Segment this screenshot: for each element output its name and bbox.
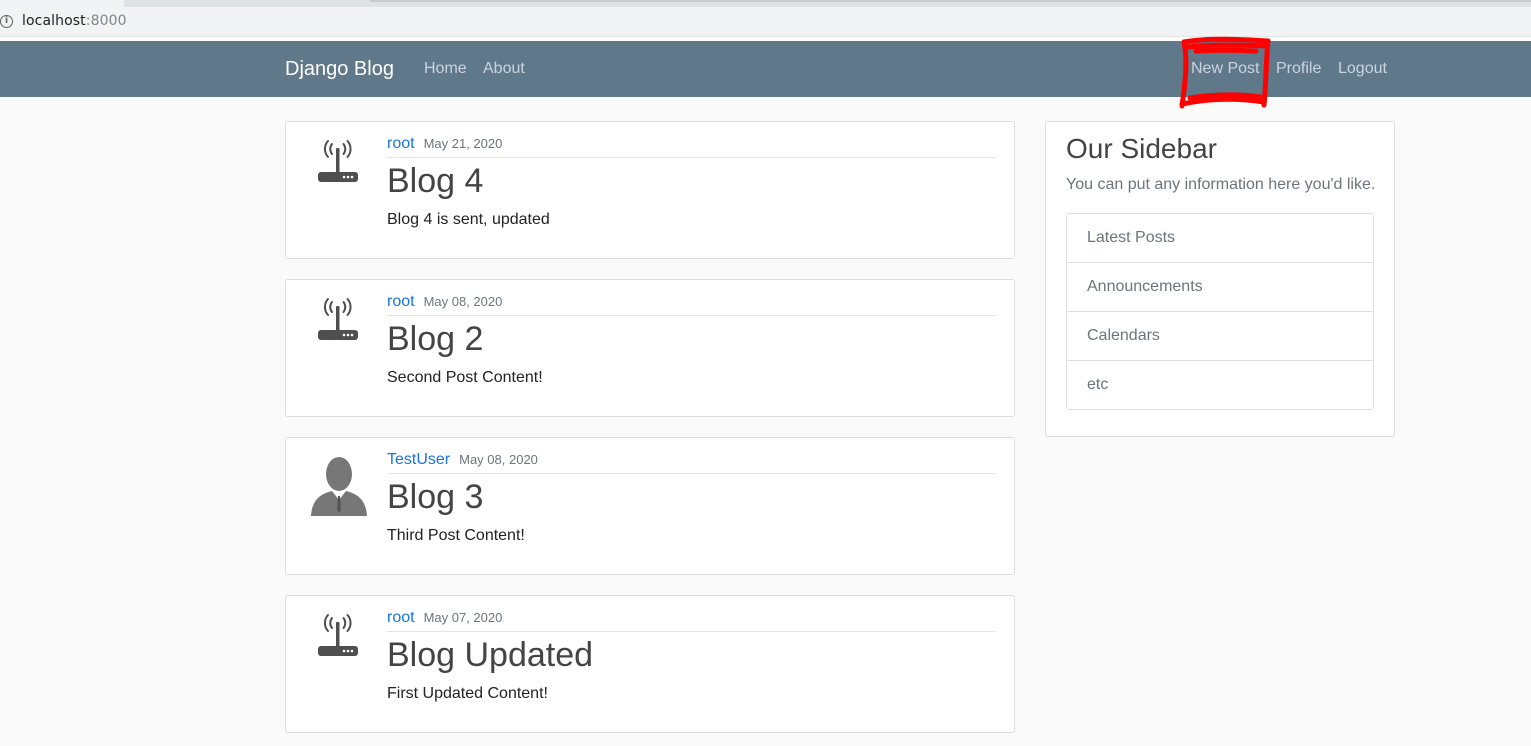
nav-link-home[interactable]: Home bbox=[424, 60, 467, 78]
nav-link-about[interactable]: About bbox=[483, 60, 525, 78]
sidebar-list: Latest Posts Announcements Calendars etc bbox=[1066, 213, 1374, 410]
nav-link-new-post[interactable]: New Post bbox=[1191, 60, 1259, 78]
sidebar: Our Sidebar You can put any information … bbox=[1045, 121, 1395, 437]
nav-link-profile[interactable]: Profile bbox=[1276, 60, 1321, 78]
router-icon bbox=[318, 298, 358, 340]
url-host: localhost bbox=[22, 13, 86, 29]
post-card: root May 21, 2020 Blog 4 Blog 4 is sent, … bbox=[285, 121, 1015, 259]
top-navbar: Django Blog Home About New Post Profile … bbox=[0, 41, 1531, 97]
post-title-link[interactable]: Blog 3 bbox=[387, 478, 483, 517]
post-meta: root May 21, 2020 bbox=[387, 135, 995, 158]
post-date: May 08, 2020 bbox=[459, 452, 538, 467]
sidebar-description: You can put any information here you'd l… bbox=[1066, 176, 1376, 193]
post-content: Second Post Content! bbox=[387, 369, 543, 386]
post-meta: TestUser May 08, 2020 bbox=[387, 451, 995, 474]
sidebar-title: Our Sidebar bbox=[1066, 133, 1217, 164]
post-content: Blog 4 is sent, updated bbox=[387, 211, 550, 228]
url-text[interactable]: localhost:8000 bbox=[22, 13, 127, 29]
address-bar[interactable]: i localhost:8000 bbox=[0, 7, 1531, 37]
post-card: root May 07, 2020 Blog Updated First Upda… bbox=[285, 595, 1015, 733]
post-title-link[interactable]: Blog 2 bbox=[387, 320, 483, 359]
sidebar-item-announcements[interactable]: Announcements bbox=[1067, 263, 1373, 312]
post-card: TestUser May 08, 2020 Blog 3 Third Post C… bbox=[285, 437, 1015, 575]
nav-link-logout[interactable]: Logout bbox=[1338, 60, 1387, 78]
post-meta: root May 08, 2020 bbox=[387, 293, 995, 316]
post-date: May 08, 2020 bbox=[423, 294, 503, 309]
url-port: :8000 bbox=[85, 13, 127, 29]
person-silhouette-icon bbox=[311, 457, 367, 516]
router-icon bbox=[318, 614, 358, 656]
post-author-link[interactable]: root bbox=[387, 609, 415, 626]
post-date: May 21, 2020 bbox=[423, 136, 503, 151]
active-tab[interactable] bbox=[0, 0, 124, 7]
post-author-link[interactable]: root bbox=[387, 135, 415, 152]
post-content: First Updated Content! bbox=[387, 685, 548, 702]
post-date: May 07, 2020 bbox=[423, 610, 503, 625]
info-circle-icon[interactable]: i bbox=[0, 15, 13, 28]
tabstrip-edge bbox=[370, 0, 1531, 2]
post-author-link[interactable]: root bbox=[387, 293, 415, 310]
browser-tabstrip bbox=[0, 0, 1531, 7]
post-meta: root May 07, 2020 bbox=[387, 609, 995, 632]
navbar-brand[interactable]: Django Blog bbox=[285, 58, 394, 81]
router-icon bbox=[318, 140, 358, 182]
sidebar-item-etc[interactable]: etc bbox=[1067, 361, 1373, 409]
post-title-link[interactable]: Blog 4 bbox=[387, 162, 483, 201]
post-content: Third Post Content! bbox=[387, 527, 525, 544]
post-card: root May 08, 2020 Blog 2 Second Post Cont… bbox=[285, 279, 1015, 417]
sidebar-item-calendars[interactable]: Calendars bbox=[1067, 312, 1373, 361]
sidebar-item-latest-posts[interactable]: Latest Posts bbox=[1067, 214, 1373, 263]
post-title-link[interactable]: Blog Updated bbox=[387, 636, 593, 675]
post-author-link[interactable]: TestUser bbox=[387, 451, 450, 468]
